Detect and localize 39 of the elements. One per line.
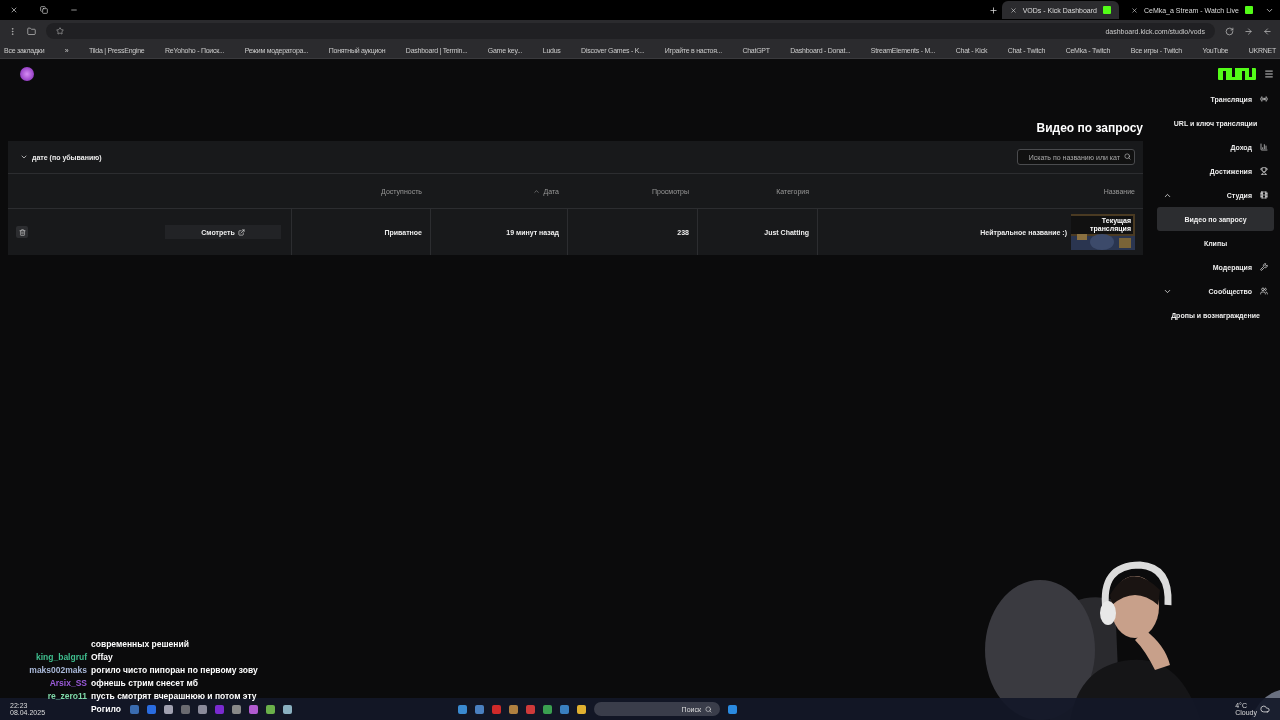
forward-icon[interactable]	[1244, 26, 1253, 36]
new-tab-icon[interactable]	[988, 5, 998, 15]
close-icon[interactable]	[10, 6, 18, 14]
page-title: Видео по запросу	[1035, 121, 1143, 135]
star-icon[interactable]	[56, 27, 64, 35]
chat-message: Рогило	[91, 704, 121, 714]
favicon-icon	[1102, 6, 1111, 14]
chat-username: Arsix_SS	[49, 678, 87, 688]
cloud-icon	[1260, 704, 1270, 714]
film-icon	[1260, 191, 1268, 199]
search-icon	[705, 705, 712, 713]
trophy-icon	[1260, 167, 1268, 175]
menu-icon[interactable]	[8, 26, 17, 36]
chat-username: re_zero11	[47, 691, 87, 701]
close-icon[interactable]	[1009, 6, 1017, 14]
back-icon[interactable]	[1263, 26, 1272, 36]
chart-icon	[1260, 143, 1268, 151]
chat-message: офнешь стрим снесет мб	[91, 678, 198, 688]
search-icon	[1124, 153, 1131, 160]
chat-message: рогило чисто пипоран по первому зову	[91, 665, 258, 675]
favicon-icon	[1245, 6, 1253, 14]
logo-drawing[interactable]	[1218, 67, 1256, 81]
delete-button[interactable]	[16, 226, 28, 238]
chat-message: современных решений	[91, 639, 189, 649]
external-link-icon	[237, 228, 245, 236]
wrench-icon	[1260, 263, 1268, 271]
chevron-down-icon	[20, 153, 28, 161]
menu-icon[interactable]	[1264, 69, 1274, 79]
chat-username: king_balgruf	[36, 652, 87, 662]
restore-icon[interactable]	[40, 6, 48, 14]
chat-username: maks002maks	[29, 665, 87, 675]
start-icon[interactable]	[728, 704, 737, 714]
avatar[interactable]	[20, 67, 34, 81]
broadcast-icon	[1260, 95, 1268, 103]
close-icon[interactable]	[1130, 6, 1138, 14]
users-icon	[1260, 287, 1268, 295]
chat-message: Offay	[91, 652, 113, 662]
reload-icon[interactable]	[1225, 26, 1234, 36]
chat-message: пусть смотрят вчерашнюю и потом эту	[91, 691, 257, 701]
